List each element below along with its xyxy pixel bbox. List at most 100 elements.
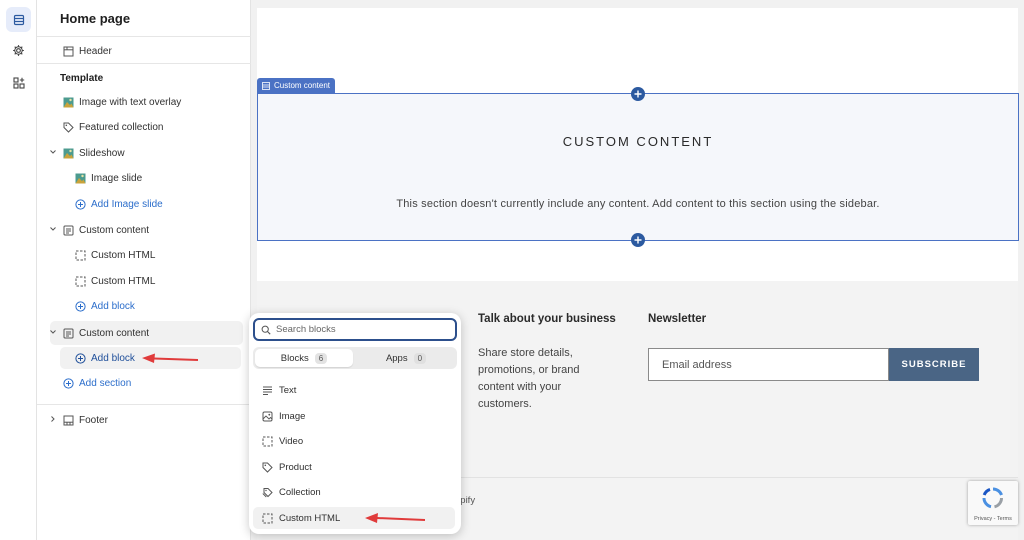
page-title: Home page xyxy=(60,11,131,26)
add-section-above-icon[interactable] xyxy=(631,87,645,101)
image-icon xyxy=(261,410,273,422)
add-circle-icon xyxy=(74,300,86,312)
sidebar-item-label: Custom HTML xyxy=(91,275,156,287)
apps-icon[interactable] xyxy=(6,70,31,95)
block-option-label: Collection xyxy=(279,486,321,498)
add-image-slide-button[interactable]: Add Image slide xyxy=(74,193,163,215)
tag-icon xyxy=(261,461,273,473)
dashed-frame-icon xyxy=(261,435,273,447)
block-option-label: Image xyxy=(279,410,306,422)
block-option-video[interactable]: Video xyxy=(253,430,455,452)
sidebar-item-footer[interactable]: Footer xyxy=(62,409,108,431)
sidebar-item-custom-html[interactable]: Custom HTML xyxy=(74,270,155,292)
text-block-icon xyxy=(62,224,74,236)
tab-label: Apps xyxy=(385,352,408,364)
sidebar-item-image-slide[interactable]: Image slide xyxy=(74,167,142,189)
search-placeholder: Search blocks xyxy=(276,324,336,335)
sidebar-item-label: Slideshow xyxy=(79,147,125,159)
sidebar-item-featured-collection[interactable]: Featured collection xyxy=(62,116,164,138)
add-block-button-active[interactable]: Add block xyxy=(74,347,135,369)
chevron-down-icon[interactable] xyxy=(48,224,58,234)
tab-blocks[interactable]: Blocks 6 xyxy=(255,349,353,367)
count-badge: 0 xyxy=(413,352,427,364)
red-arrow-annotation xyxy=(142,353,198,363)
block-option-collection[interactable]: Collection xyxy=(253,481,455,503)
sidebar-item-image-with-text-overlay[interactable]: Image with text overlay xyxy=(62,91,181,113)
chevron-right-icon[interactable] xyxy=(48,414,58,424)
newsletter-heading: Newsletter xyxy=(648,313,707,325)
template-heading: Template xyxy=(60,73,104,84)
block-option-label: Product xyxy=(279,461,312,473)
dashed-frame-icon xyxy=(261,512,273,524)
add-section-button[interactable]: Add section xyxy=(62,372,131,394)
block-option-label: Custom HTML xyxy=(279,512,341,524)
recaptcha-text: Privacy - Terms xyxy=(974,516,1012,522)
sidebar-item-label: Custom content xyxy=(79,327,150,339)
recaptcha-badge[interactable]: Privacy - Terms xyxy=(968,481,1018,525)
block-option-product[interactable]: Product xyxy=(253,456,455,478)
block-option-text[interactable]: Text xyxy=(253,379,455,401)
tab-label: Blocks xyxy=(280,352,309,364)
block-tabs: Blocks 6 Apps 0 xyxy=(253,347,457,369)
gear-icon[interactable] xyxy=(6,38,31,63)
add-circle-icon xyxy=(62,377,74,389)
sidebar-item-label: Add block xyxy=(91,352,135,364)
sidebar-item-custom-html[interactable]: Custom HTML xyxy=(74,244,155,266)
sidebar-item-label: Custom content xyxy=(79,224,150,236)
footer-text: Share store details, promotions, or bran… xyxy=(478,347,580,410)
sidebar-item-label: Header xyxy=(79,45,112,57)
sidebar-item-custom-content[interactable]: Custom content xyxy=(62,219,149,241)
sidebar-item-label: Image with text overlay xyxy=(79,96,182,108)
add-circle-icon xyxy=(74,352,86,364)
header-section-icon xyxy=(62,45,74,57)
tab-apps[interactable]: Apps 0 xyxy=(357,349,455,367)
divider xyxy=(37,63,251,64)
sidebar-item-label: Custom HTML xyxy=(91,249,156,261)
add-circle-icon xyxy=(74,198,86,210)
section-description: This section doesn't currently include a… xyxy=(396,198,880,210)
icon-rail xyxy=(0,0,37,540)
sidebar-item-label: Featured collection xyxy=(79,121,164,133)
footer-section-icon xyxy=(62,414,74,426)
sidebar-item-header[interactable]: Header xyxy=(62,40,112,62)
sidebar-item-label: Add Image slide xyxy=(91,198,163,210)
sidebar-item-label: Add section xyxy=(79,377,132,389)
custom-content-section[interactable]: CUSTOM CONTENT This section doesn't curr… xyxy=(257,93,1019,241)
dashed-frame-icon xyxy=(74,275,86,287)
chevron-down-icon[interactable] xyxy=(48,327,58,337)
sidebar-item-label: Add block xyxy=(91,300,135,312)
section-tag[interactable]: Custom content xyxy=(257,78,336,93)
sidebar-item-label: Footer xyxy=(79,414,108,426)
tags-icon xyxy=(261,486,273,498)
block-option-image[interactable]: Image xyxy=(253,405,455,427)
image-icon xyxy=(74,172,86,184)
subscribe-button[interactable]: SUBSCRIBE xyxy=(889,348,979,381)
add-section-below-icon[interactable] xyxy=(631,233,645,247)
sidebar-item-slideshow[interactable]: Slideshow xyxy=(62,142,125,164)
footer-heading: Talk about your business xyxy=(478,313,616,325)
section-tag-icon xyxy=(262,81,270,90)
chevron-down-icon[interactable] xyxy=(48,147,58,157)
dashed-frame-icon xyxy=(74,249,86,261)
sidebar-item-label: Image slide xyxy=(91,172,143,184)
search-input[interactable]: Search blocks xyxy=(253,318,457,341)
sidebar-item-custom-content[interactable]: Custom content xyxy=(62,322,149,344)
search-icon xyxy=(261,325,271,335)
sections-sidebar: Home page Header Template Image with tex… xyxy=(37,0,251,540)
add-block-button[interactable]: Add block xyxy=(74,295,135,317)
tag-icon xyxy=(62,121,74,133)
divider xyxy=(37,404,251,405)
image-icon xyxy=(62,147,74,159)
email-field[interactable]: Email address xyxy=(648,348,889,381)
red-arrow-annotation xyxy=(365,513,425,523)
block-option-label: Text xyxy=(279,384,297,396)
sections-icon[interactable] xyxy=(6,7,31,32)
divider xyxy=(37,36,251,37)
count-badge: 6 xyxy=(314,352,328,364)
recaptcha-icon xyxy=(982,487,1004,509)
image-icon xyxy=(62,96,74,108)
text-block-icon xyxy=(62,327,74,339)
theme-editor: { "sidebar": { "title": "Home page", "he… xyxy=(0,0,1024,540)
text-lines-icon xyxy=(261,384,273,396)
section-tag-label: Custom content xyxy=(274,81,331,90)
